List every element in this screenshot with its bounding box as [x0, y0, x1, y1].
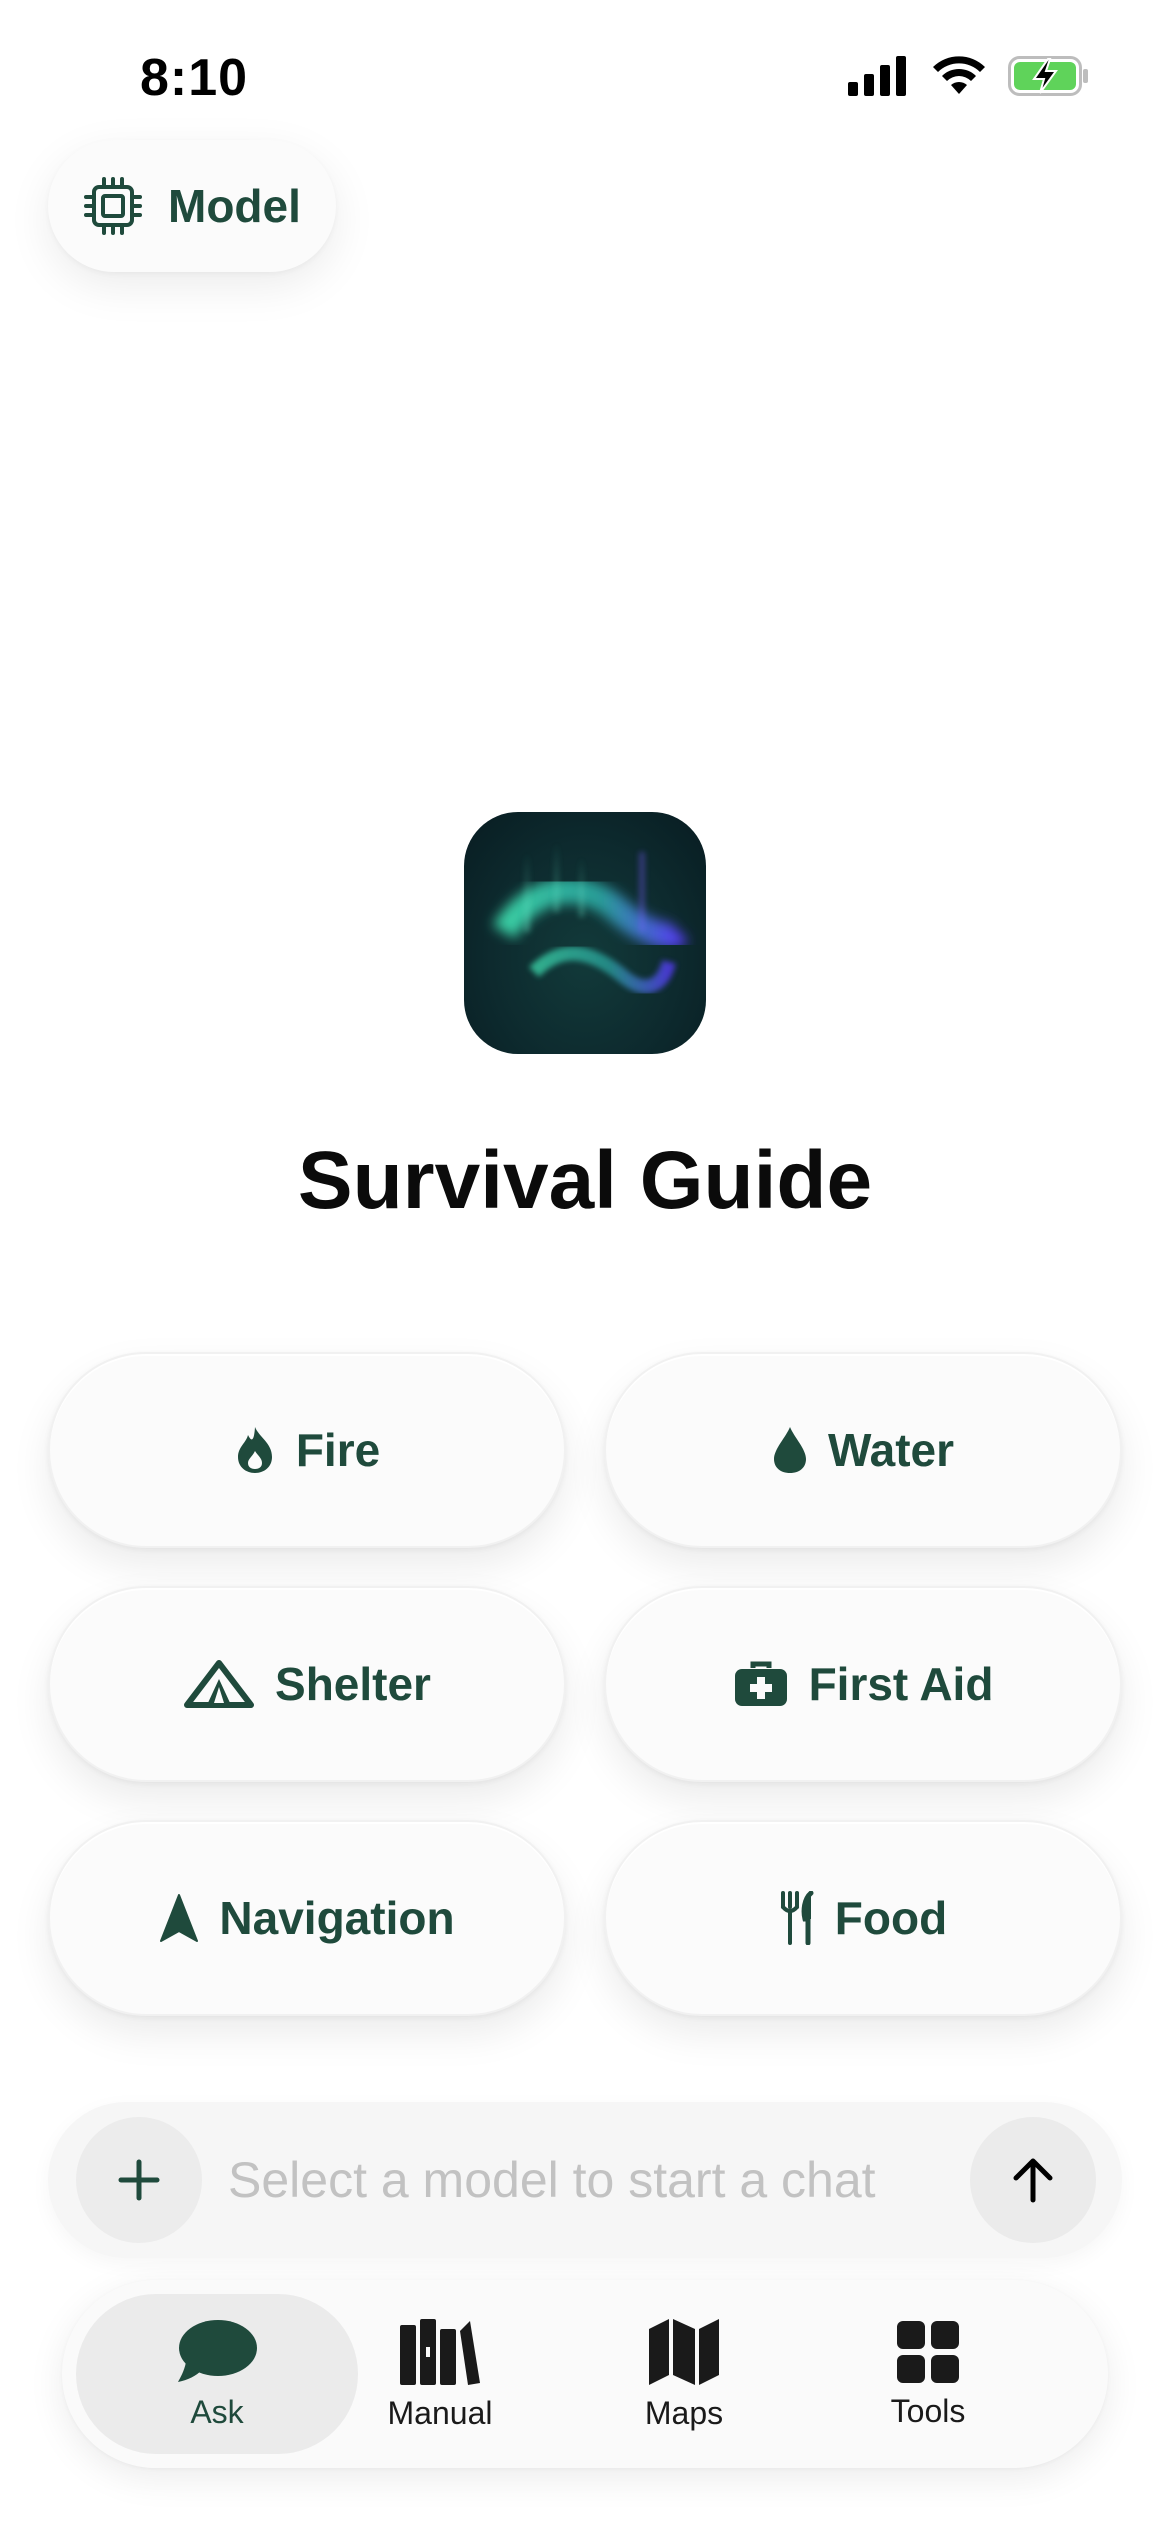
- navigation-button[interactable]: Navigation: [48, 1820, 566, 2016]
- status-icons: [848, 56, 1090, 96]
- shelter-button[interactable]: Shelter: [48, 1586, 566, 1782]
- fire-button[interactable]: Fire: [48, 1352, 566, 1548]
- cellular-signal-icon: [848, 56, 906, 96]
- tab-ask-label: Ask: [190, 2393, 244, 2430]
- first-aid-label: First Aid: [808, 1658, 994, 1710]
- arrow-up-icon: [1013, 2158, 1053, 2203]
- tab-ask[interactable]: Ask: [76, 2294, 358, 2454]
- tab-bar: Ask Manual Maps Tools: [62, 2280, 1108, 2468]
- fork-knife-icon: [780, 1891, 814, 1945]
- status-time: 8:10: [140, 49, 249, 107]
- chat-input[interactable]: [228, 2142, 928, 2218]
- send-button[interactable]: [970, 2117, 1096, 2243]
- model-button-label: Model: [168, 180, 301, 232]
- wifi-icon: [933, 56, 985, 94]
- status-bar: 8:10: [0, 0, 1170, 150]
- tab-maps-label: Maps: [644, 2394, 724, 2431]
- fire-label: Fire: [295, 1424, 381, 1476]
- grid-icon: [897, 2320, 959, 2383]
- books-icon: [400, 2318, 480, 2385]
- water-button[interactable]: Water: [604, 1352, 1122, 1548]
- add-attachment-button[interactable]: [76, 2117, 202, 2243]
- water-drop-icon: [773, 1427, 806, 1473]
- medical-kit-icon: [734, 1661, 787, 1706]
- chat-input-bar: [48, 2102, 1122, 2258]
- chip-icon: [84, 177, 142, 235]
- tab-tools-label: Tools: [890, 2392, 966, 2429]
- tent-icon: [184, 1660, 255, 1708]
- map-icon: [649, 2318, 719, 2385]
- food-button[interactable]: Food: [604, 1820, 1122, 2016]
- tab-maps[interactable]: Maps: [568, 2294, 800, 2454]
- tab-tools[interactable]: Tools: [812, 2294, 1044, 2454]
- food-label: Food: [834, 1892, 948, 1944]
- navigation-label: Navigation: [219, 1892, 455, 1944]
- water-label: Water: [827, 1424, 955, 1476]
- navigation-arrow-icon: [160, 1894, 199, 1942]
- flame-icon: [237, 1427, 272, 1473]
- tab-manual[interactable]: Manual: [324, 2294, 556, 2454]
- aurora-app-icon: [464, 812, 706, 1054]
- app-title: Survival Guide: [297, 1135, 873, 1226]
- shelter-label: Shelter: [275, 1658, 431, 1710]
- first-aid-button[interactable]: First Aid: [604, 1586, 1122, 1782]
- tab-manual-label: Manual: [387, 2394, 493, 2431]
- battery-charging-icon: [1008, 56, 1088, 96]
- chat-bubble-icon: [178, 2319, 257, 2382]
- plus-icon: [118, 2159, 160, 2201]
- model-button[interactable]: Model: [48, 140, 336, 272]
